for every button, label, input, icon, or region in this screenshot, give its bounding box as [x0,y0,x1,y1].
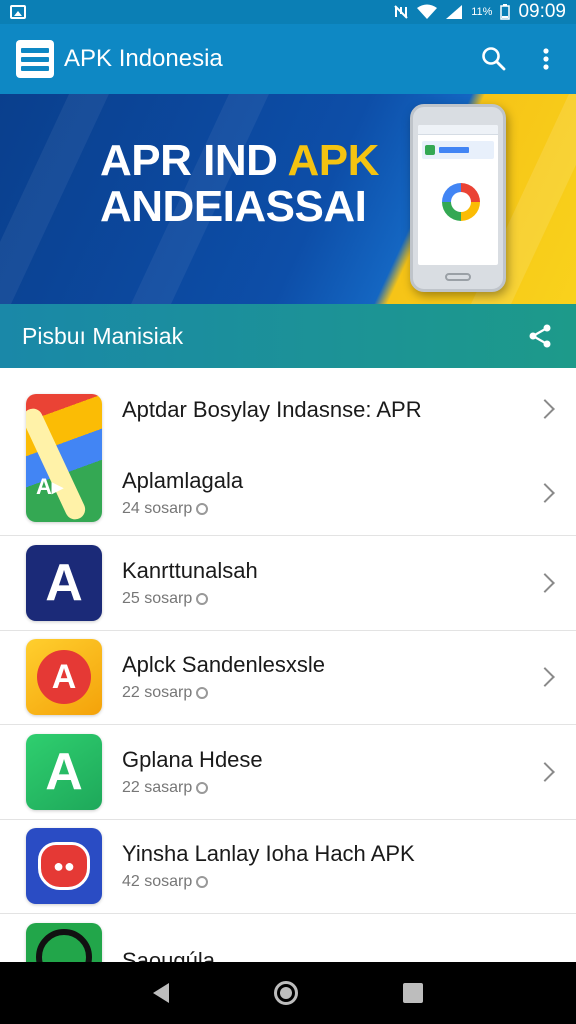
list-item[interactable]: Saougúla [0,914,576,962]
item-subtitle: 42 sosarp [122,873,193,891]
banner-line1-b: APK [287,136,380,185]
yellow-red-app-icon: A [26,639,102,716]
item-title: Saougúla [122,947,215,962]
list-item-row[interactable]: Aplamlagala 24 sosarp [122,452,576,536]
maps-app-icon: A▸ [26,394,102,522]
status-time: 09:09 [518,1,566,22]
share-button[interactable] [526,322,554,350]
battery-level: 11% [471,6,493,18]
image-notification-icon [10,5,26,19]
shield-app-icon: ●● [26,828,102,905]
app-bar: APK Indonesia [0,24,576,94]
info-icon [196,687,209,700]
signal-icon [446,5,463,19]
list-item[interactable]: A Gplana Hdese 22 sasarp [0,725,576,820]
item-title: Gplana Hdese [122,746,263,772]
app-list: A▸ Aptdar Bosylay Indasnse: APR Aplamlag… [0,368,576,962]
info-icon [196,503,209,516]
banner-title: APR IND APK ANDEIASSAI [100,138,379,230]
info-icon [196,592,209,605]
app-logo-icon [16,40,54,78]
item-subtitle: 25 sosarp [122,589,193,607]
more-vert-icon [543,48,549,70]
battery-icon [500,4,511,20]
item-title: Kanrttunalsah [122,557,258,583]
list-item[interactable]: ●● Yinsha Lanlay Ioha Hach APK 42 sosarp [0,820,576,914]
nfc-icon [394,5,408,19]
search-icon [482,47,506,71]
list-item[interactable]: A Kanrttunalsah 25 sosarp [0,536,576,631]
back-button[interactable] [152,983,169,1003]
list-item[interactable]: A Aplck Sandenlesxsle 22 sosarp [0,631,576,725]
item-subtitle: 22 sosarp [122,684,193,702]
overflow-menu-button[interactable] [532,45,560,73]
search-button[interactable] [480,45,508,73]
home-button[interactable] [273,981,298,1005]
green-a-app-icon: A [26,733,102,810]
navy-a-app-icon: A [26,544,102,621]
section-header: Pisbuı Manisiak [0,304,576,368]
promo-banner[interactable]: APR IND APK ANDEIASSAI [0,94,576,304]
list-item-row[interactable]: Aptdar Bosylay Indasnse: APR [122,368,576,452]
banner-line2: ANDEIASSAI [100,182,367,231]
item-subtitle: 24 sosarp [122,500,193,518]
info-icon [196,876,209,889]
section-title: Pisbuı Manisiak [22,322,184,349]
wifi-icon [417,4,438,19]
list-item: A▸ Aptdar Bosylay Indasnse: APR Aplamlag… [0,368,576,536]
app-title: APK Indonesia [64,45,223,72]
phone-illustration [410,104,506,292]
info-icon [196,781,209,794]
share-icon [529,324,551,348]
status-bar: 11% 09:09 [0,0,576,24]
item-title: Yinsha Lanlay Ioha Hach APK [122,841,415,867]
banner-line1-a: APR IND [100,136,288,185]
item-title: Aplamlagala [122,468,244,494]
item-title: Aptdar Bosylay Indasnse: APR [122,396,422,422]
colorful-ring-icon [442,183,480,221]
item-title: Aplck Sandenlesxsle [122,652,326,678]
system-nav-bar [0,962,576,1024]
recent-apps-button[interactable] [403,983,424,1003]
item-subtitle: 22 sasarp [122,778,193,796]
green-prohibit-app-icon [26,922,102,962]
